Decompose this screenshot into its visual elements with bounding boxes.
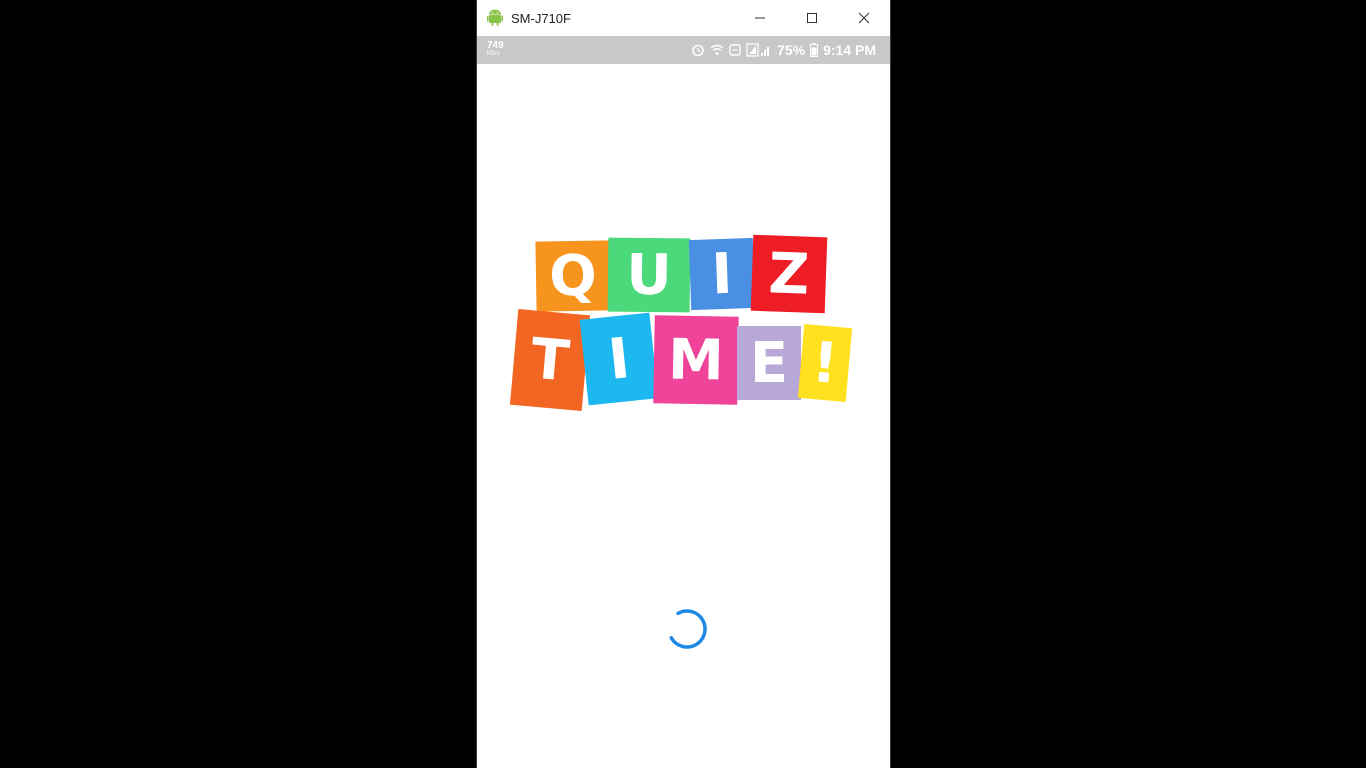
emulator-window: SM-J710F 749 KB/s 75% 9:14 PM Q U I Z T … [477, 0, 890, 768]
quiz-time-logo: Q U I Z T I M E ! [507, 234, 857, 419]
clock: 9:14 PM [823, 42, 876, 58]
logo-tile-t: T [509, 309, 591, 411]
signal-icon [746, 43, 772, 57]
alarm-icon [691, 43, 705, 57]
minimize-button[interactable] [734, 0, 786, 36]
data-saver-icon [729, 44, 741, 56]
close-icon [858, 12, 870, 24]
logo-tile-i: I [688, 237, 756, 311]
logo-tile-exclamation: ! [797, 324, 853, 402]
logo-tile-m: M [653, 315, 739, 405]
battery-icon [810, 43, 819, 57]
network-speed-value: 749 [487, 40, 504, 51]
window-controls [734, 0, 890, 36]
network-speed: 749 KB/s [487, 40, 504, 58]
android-status-bar: 749 KB/s 75% 9:14 PM [477, 36, 890, 64]
window-title: SM-J710F [511, 10, 571, 26]
minimize-icon [755, 17, 765, 19]
maximize-icon [807, 13, 817, 23]
window-titlebar[interactable]: SM-J710F [477, 0, 890, 36]
logo-tile-q: Q [535, 240, 611, 312]
maximize-button[interactable] [786, 0, 838, 36]
logo-tile-u: U [607, 237, 691, 313]
status-icons: 75% 9:14 PM [691, 36, 876, 64]
wifi-icon [710, 44, 724, 56]
battery-percent: 75% [777, 42, 806, 58]
android-icon [487, 9, 505, 27]
logo-tile-e: E [737, 326, 801, 400]
app-splash-screen: Q U I Z T I M E ! [477, 64, 890, 768]
network-speed-unit: KB/s [487, 51, 500, 57]
close-button[interactable] [838, 0, 890, 36]
loading-spinner-icon [664, 606, 710, 652]
logo-tile-i2: I [579, 312, 659, 406]
logo-tile-z: Z [750, 234, 828, 314]
